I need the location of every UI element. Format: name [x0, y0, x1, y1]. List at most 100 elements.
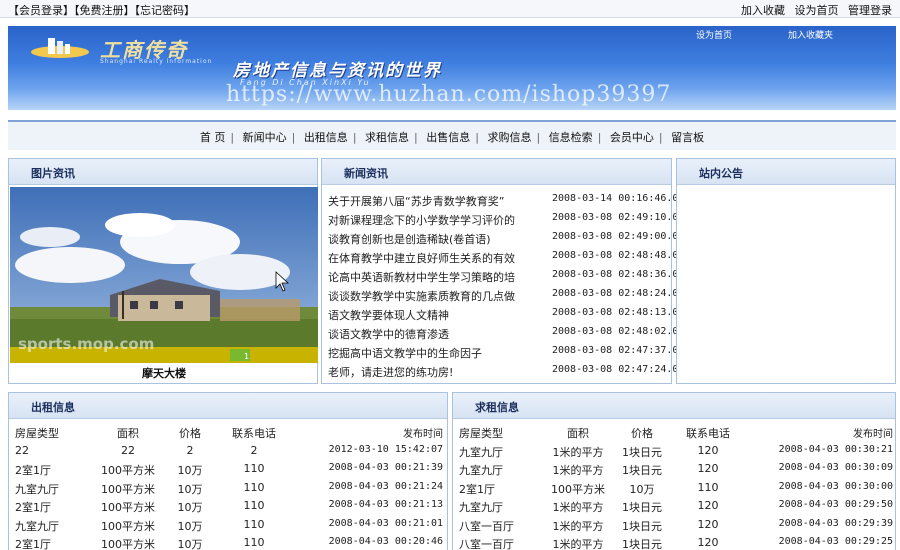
member-links: 【会员登录】【免费注册】【忘记密码】 [8, 2, 195, 18]
panel-header: 求租信息 [453, 393, 895, 419]
col-header-price: 价格 [179, 427, 201, 440]
col-header-area: 面积 [567, 427, 589, 440]
cell-area: 100平方米 [101, 464, 155, 477]
site-logo-subtitle: Shanghai Realty information [100, 58, 213, 65]
cell-time: 2008-04-03 00:30:09 [778, 462, 893, 473]
photo-page-number[interactable]: 1 [244, 352, 249, 361]
set-homepage-link[interactable]: 设为首页 [795, 4, 839, 17]
cell-type[interactable]: 八室一百厅 [459, 518, 514, 534]
cell-phone: 110 [243, 462, 265, 475]
news-date: 2008-03-08 02:49:00.0 [552, 231, 679, 242]
picture-news-panel: 图片资讯 1 sports.mop.com 摩天大楼 [8, 158, 318, 384]
cell-time: 2008-04-03 00:29:25 [778, 536, 893, 547]
cell-type[interactable]: 22 [15, 444, 29, 457]
main-nav-bar: 首 页 | 新闻中心 | 出租信息 | 求租信息 | 出售信息 | 求购信息 | 信息检索 |… [8, 120, 896, 150]
news-title-link[interactable]: 挖掘高中语文教学中的生命因子 [328, 345, 538, 361]
news-title-link[interactable]: 论高中英语新教材中学生学习策略的培 [328, 269, 538, 285]
photo-overlay-text: sports.mop.com [18, 335, 154, 353]
cell-phone: 110 [243, 536, 265, 549]
want-rent-info-panel: 求租信息 房屋类型 面积 价格 联系电话 发布时间 九室九厅 1米的平方 1块日元 1… [452, 392, 896, 550]
banner-set-home-link[interactable]: 设为首页 [696, 28, 732, 41]
news-title-link[interactable]: 谈教育创新也是创造稀缺(卷首语) [328, 231, 538, 247]
member-login-link[interactable]: 【会员登录】 [8, 4, 74, 17]
news-item: 关于开展第八届“苏步青数学教育奖” 2008-03-14 00:16:46.0 [328, 191, 678, 210]
news-item: 谈谈数学教学中实施素质教育的几点做 2008-03-08 02:48:24.0 [328, 286, 678, 305]
news-item: 语文教学要体现人文精神 2008-03-08 02:48:13.0 [328, 305, 678, 324]
cell-phone: 120 [697, 517, 719, 531]
photo-caption[interactable]: 摩天大楼 [9, 365, 319, 381]
cell-price: 10万 [177, 482, 203, 496]
cell-time: 2008-04-03 00:21:39 [328, 462, 443, 473]
nav-want-rent-info[interactable]: 求租信息 [360, 131, 414, 144]
main-nav: 首 页 | 新闻中心 | 出租信息 | 求租信息 | 出售信息 | 求购信息 | 信息检索 |… [8, 129, 896, 145]
news-date: 2008-03-08 02:49:10.0 [552, 212, 679, 223]
nav-member-center[interactable]: 会员中心 [605, 131, 659, 144]
cell-price: 10万 [177, 538, 203, 550]
news-title-link[interactable]: 语文教学要体现人文精神 [328, 307, 538, 323]
cell-phone: 120 [697, 462, 719, 475]
panel-title: 求租信息 [475, 401, 519, 414]
col-header-price: 价格 [631, 427, 653, 440]
cell-area: 1米的平方 [552, 464, 604, 477]
cell-type[interactable]: 九室九厅 [459, 499, 503, 515]
nav-news-center[interactable]: 新闻中心 [238, 131, 292, 144]
cell-time: 2008-04-03 00:20:46 [328, 536, 443, 547]
nav-sale-info[interactable]: 出售信息 [421, 131, 475, 144]
news-title-link[interactable]: 对新课程理念下的小学数学学习评价的 [328, 212, 538, 228]
banner-add-favorite-link[interactable]: 加入收藏夹 [788, 28, 833, 41]
cell-type[interactable]: 九室九厅 [459, 462, 503, 478]
cell-time: 2008-04-03 00:21:01 [328, 517, 443, 529]
nav-rent-info[interactable]: 出租信息 [299, 131, 353, 144]
add-favorite-link[interactable]: 加入收藏 [741, 4, 785, 17]
cell-type[interactable]: 九室九厅 [15, 518, 59, 534]
col-header-type: 房屋类型 [15, 427, 59, 440]
news-panel: 新闻资讯 关于开展第八届“苏步青数学教育奖” 2008-03-14 00:16:4… [321, 158, 678, 384]
cell-type[interactable]: 2室1厅 [15, 536, 51, 550]
cell-area: 22 [121, 443, 135, 457]
free-register-link[interactable]: 【免费注册】 [74, 4, 135, 17]
news-title-link[interactable]: 关于开展第八届“苏步青数学教育奖” [328, 193, 538, 209]
news-item: 挖掘高中语文教学中的生命因子 2008-03-08 02:47:37.0 [328, 343, 678, 362]
cell-phone: 120 [697, 536, 719, 549]
panel-title: 图片资讯 [31, 167, 75, 180]
nav-search[interactable]: 信息检索 [544, 131, 598, 144]
news-title-link[interactable]: 在体育教学中建立良好师生关系的有效 [328, 250, 538, 266]
nav-message-board[interactable]: 留言板 [666, 131, 709, 144]
news-title-link[interactable]: 谈谈数学教学中实施素质教育的几点做 [328, 288, 538, 304]
col-header-time: 发布时间 [853, 429, 893, 440]
news-date: 2008-03-08 02:48:36.0 [552, 269, 679, 280]
cell-area: 1米的平方 [552, 519, 604, 533]
col-header-phone: 联系电话 [232, 427, 276, 440]
panel-header: 站内公告 [677, 159, 895, 185]
forgot-password-link[interactable]: 【忘记密码】 [135, 4, 196, 17]
news-item: 对新课程理念下的小学数学学习评价的 2008-03-08 02:49:10.0 [328, 210, 678, 229]
cell-type[interactable]: 八室一百厅 [459, 536, 514, 550]
news-date: 2008-03-08 02:48:48.0 [552, 250, 679, 261]
nav-home[interactable]: 首 页 [195, 131, 231, 144]
cell-area: 100平方米 [101, 538, 155, 550]
news-title-link[interactable]: 老师，请走进您的练功房! [328, 364, 538, 380]
cell-area: 100平方米 [551, 482, 605, 496]
cell-type[interactable]: 2室1厅 [15, 462, 51, 478]
news-item: 谈教育创新也是创造稀缺(卷首语) 2008-03-08 02:49:00.0 [328, 229, 678, 248]
cell-phone: 120 [697, 443, 719, 457]
news-photo[interactable]: 1 sports.mop.com [10, 187, 318, 363]
cell-phone: 110 [697, 480, 719, 494]
nav-buy-info[interactable]: 求购信息 [482, 131, 536, 144]
col-header-phone: 联系电话 [686, 427, 730, 440]
cell-price: 10万 [177, 501, 203, 514]
cell-price: 1块日元 [622, 501, 662, 514]
cell-type[interactable]: 九室九厅 [15, 481, 59, 497]
cell-time: 2008-04-03 00:21:24 [328, 480, 443, 492]
panel-title: 站内公告 [699, 167, 743, 180]
news-date: 2008-03-08 02:48:24.0 [552, 288, 679, 299]
cell-area: 100平方米 [101, 501, 155, 514]
admin-login-link[interactable]: 管理登录 [848, 4, 892, 17]
news-title-link[interactable]: 谈语文教学中的德育渗透 [328, 326, 538, 342]
cell-type[interactable]: 2室1厅 [15, 499, 51, 515]
cell-area: 100平方米 [101, 482, 155, 496]
cell-type[interactable]: 九室九厅 [459, 444, 503, 460]
site-links: 加入收藏 设为首页 管理登录 [735, 2, 892, 18]
news-date: 2008-03-08 02:47:37.0 [552, 345, 679, 356]
cell-type[interactable]: 2室1厅 [459, 481, 495, 497]
